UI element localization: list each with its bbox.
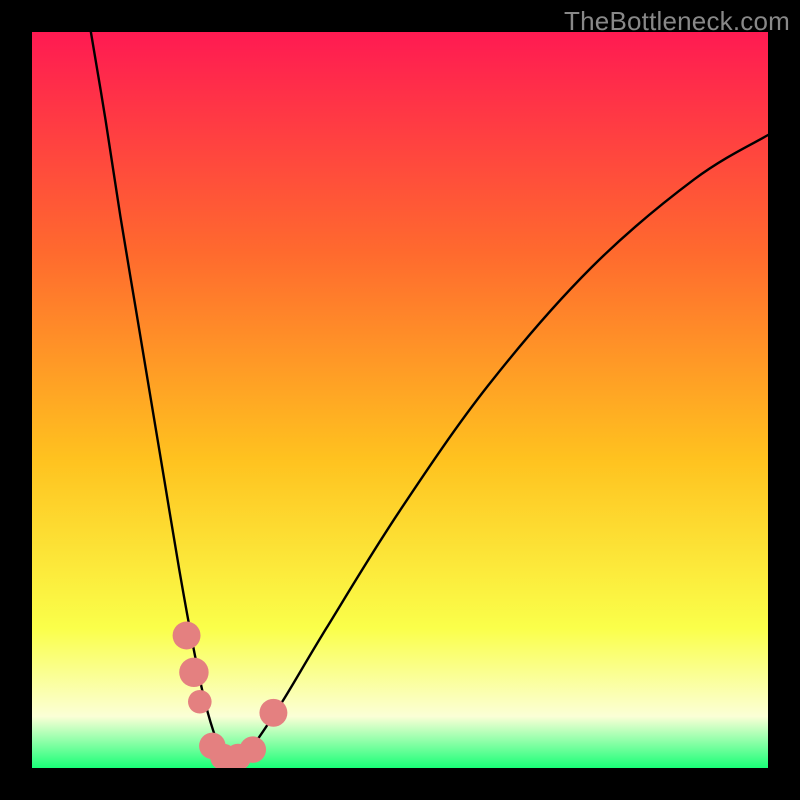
data-marker <box>240 736 266 763</box>
data-marker <box>179 658 208 687</box>
data-marker <box>188 690 212 714</box>
gradient-background <box>32 32 768 768</box>
chart-svg <box>32 32 768 768</box>
outer-frame: TheBottleneck.com <box>0 0 800 800</box>
data-marker <box>259 699 287 727</box>
plot-area <box>32 32 768 768</box>
data-marker <box>173 622 201 650</box>
watermark-text: TheBottleneck.com <box>564 6 790 37</box>
